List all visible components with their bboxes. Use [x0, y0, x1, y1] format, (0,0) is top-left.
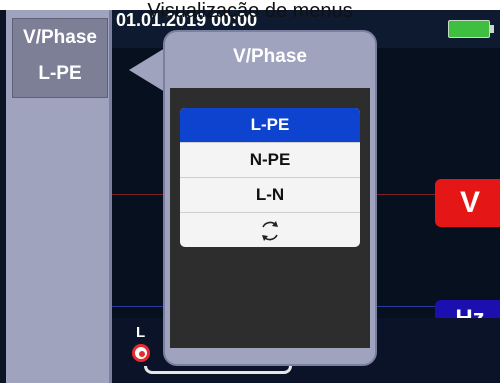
phase-option-list: L-PE N-PE L-N: [180, 108, 360, 247]
connection-label: L: [136, 324, 146, 341]
connection-bracket: [144, 366, 292, 374]
vphase-button-title: V/Phase: [23, 27, 97, 48]
page-caption: Visualização de menus: [147, 0, 353, 22]
option-l-n[interactable]: L-N: [180, 178, 360, 213]
voltage-badge[interactable]: V: [435, 179, 500, 227]
vphase-button-value: L-PE: [38, 63, 82, 84]
option-auto-rotate[interactable]: [180, 213, 360, 247]
vphase-mode-button[interactable]: V/Phase L-PE: [12, 18, 108, 98]
option-l-pe[interactable]: L-PE: [180, 108, 360, 143]
rotate-cycle-icon: [262, 220, 278, 241]
popup-body: L-PE N-PE L-N: [170, 88, 370, 348]
battery-full-icon: [448, 20, 494, 38]
popup-title: V/Phase: [233, 46, 307, 67]
function-sidebar: V/Phase L-PE: [6, 10, 112, 383]
option-n-pe[interactable]: N-PE: [180, 143, 360, 178]
probe-connection-icon: [132, 344, 150, 362]
vphase-popup-menu: V/Phase L-PE N-PE L-N: [163, 30, 377, 366]
device-screen: V/Phase L-PE 01.01.2019 00:00 V Hz L V/P…: [0, 10, 500, 383]
popup-pointer: [129, 48, 165, 92]
